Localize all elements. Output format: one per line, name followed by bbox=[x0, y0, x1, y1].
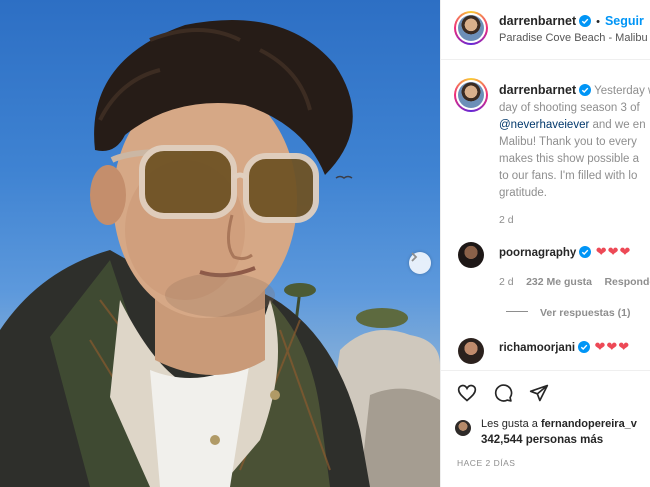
post-location[interactable]: Paradise Cove Beach - Malibu bbox=[499, 32, 648, 44]
caption-mention[interactable]: @neverhaveiever bbox=[499, 119, 589, 131]
caption-line-1: Yesterday was the last bbox=[594, 85, 650, 97]
view-replies-label[interactable]: Ver respuestas (1) bbox=[540, 307, 630, 319]
caption-line-7: gratitude. bbox=[499, 187, 547, 199]
caption-age: 2 d bbox=[499, 214, 514, 226]
view-replies[interactable]: Ver respuestas (1) bbox=[506, 303, 630, 321]
author-avatar[interactable] bbox=[454, 11, 488, 45]
caption-line-4: Malibu! Thank you to every bbox=[499, 136, 637, 148]
carousel-next-button[interactable] bbox=[409, 252, 431, 274]
caption-line-5: makes this show possible a bbox=[499, 153, 639, 165]
comment-text: ❤❤❤ bbox=[594, 339, 631, 354]
comment-row: richamoorjani ❤❤❤ bbox=[499, 338, 630, 356]
caption-line-6: to our fans. I'm filled with lo bbox=[499, 170, 638, 182]
post-actions bbox=[441, 370, 650, 412]
commenter-username[interactable]: poornagraphy bbox=[499, 247, 576, 259]
caption-avatar[interactable] bbox=[454, 78, 488, 112]
post-side-panel: darrenbarnet • Seguir Paradise Cove Beach … bbox=[440, 0, 650, 487]
liker-avatar[interactable] bbox=[455, 420, 471, 436]
comment-text: ❤❤❤ bbox=[595, 244, 632, 259]
comment-icon[interactable] bbox=[493, 383, 513, 403]
post-photo-illustration bbox=[0, 20, 440, 487]
comment-age: 2 d bbox=[499, 276, 514, 288]
heart-icon[interactable] bbox=[457, 383, 477, 403]
caption-mention-rest: and we en bbox=[592, 119, 646, 131]
comment-likes[interactable]: 232 Me gusta bbox=[526, 276, 592, 288]
verified-badge-icon bbox=[579, 84, 592, 96]
liker-username[interactable]: fernandopereira_v bbox=[541, 418, 637, 430]
verified-badge-icon bbox=[579, 15, 592, 27]
chevron-right-icon bbox=[411, 252, 418, 262]
send-icon[interactable] bbox=[529, 383, 549, 403]
caption-username[interactable]: darrenbarnet bbox=[499, 83, 576, 97]
comment-row: poornagraphy ❤❤❤ bbox=[499, 243, 631, 261]
commenter-avatar[interactable] bbox=[458, 338, 484, 364]
post-header: darrenbarnet • Seguir Paradise Cove Beach … bbox=[441, 0, 650, 60]
likes-prefix: Les gusta a bbox=[481, 418, 541, 430]
commenter-username[interactable]: richamoorjani bbox=[499, 342, 575, 354]
follow-button[interactable]: Seguir bbox=[605, 14, 644, 28]
separator-dot: • bbox=[596, 16, 600, 28]
reply-button[interactable]: Responder bbox=[604, 276, 650, 288]
caption-line-2: day of shooting season 3 of bbox=[499, 102, 640, 114]
verified-badge-icon bbox=[579, 246, 592, 258]
verified-badge-icon bbox=[578, 341, 591, 353]
author-username[interactable]: darrenbarnet bbox=[499, 14, 576, 28]
likes-line: Les gusta a fernandopereira_v bbox=[481, 418, 637, 430]
header-user-row: darrenbarnet • Seguir bbox=[499, 12, 644, 30]
comment-meta: 2 d 232 Me gusta Responder bbox=[499, 272, 650, 290]
likes-others[interactable]: 342,544 personas más bbox=[481, 434, 603, 446]
post-timestamp[interactable]: Hace 2 días bbox=[457, 458, 515, 468]
post-photo[interactable] bbox=[0, 0, 440, 487]
replies-divider bbox=[506, 311, 528, 312]
commenter-avatar[interactable] bbox=[458, 242, 484, 268]
caption-text: darrenbarnet Yesterday was the last day … bbox=[499, 82, 650, 229]
